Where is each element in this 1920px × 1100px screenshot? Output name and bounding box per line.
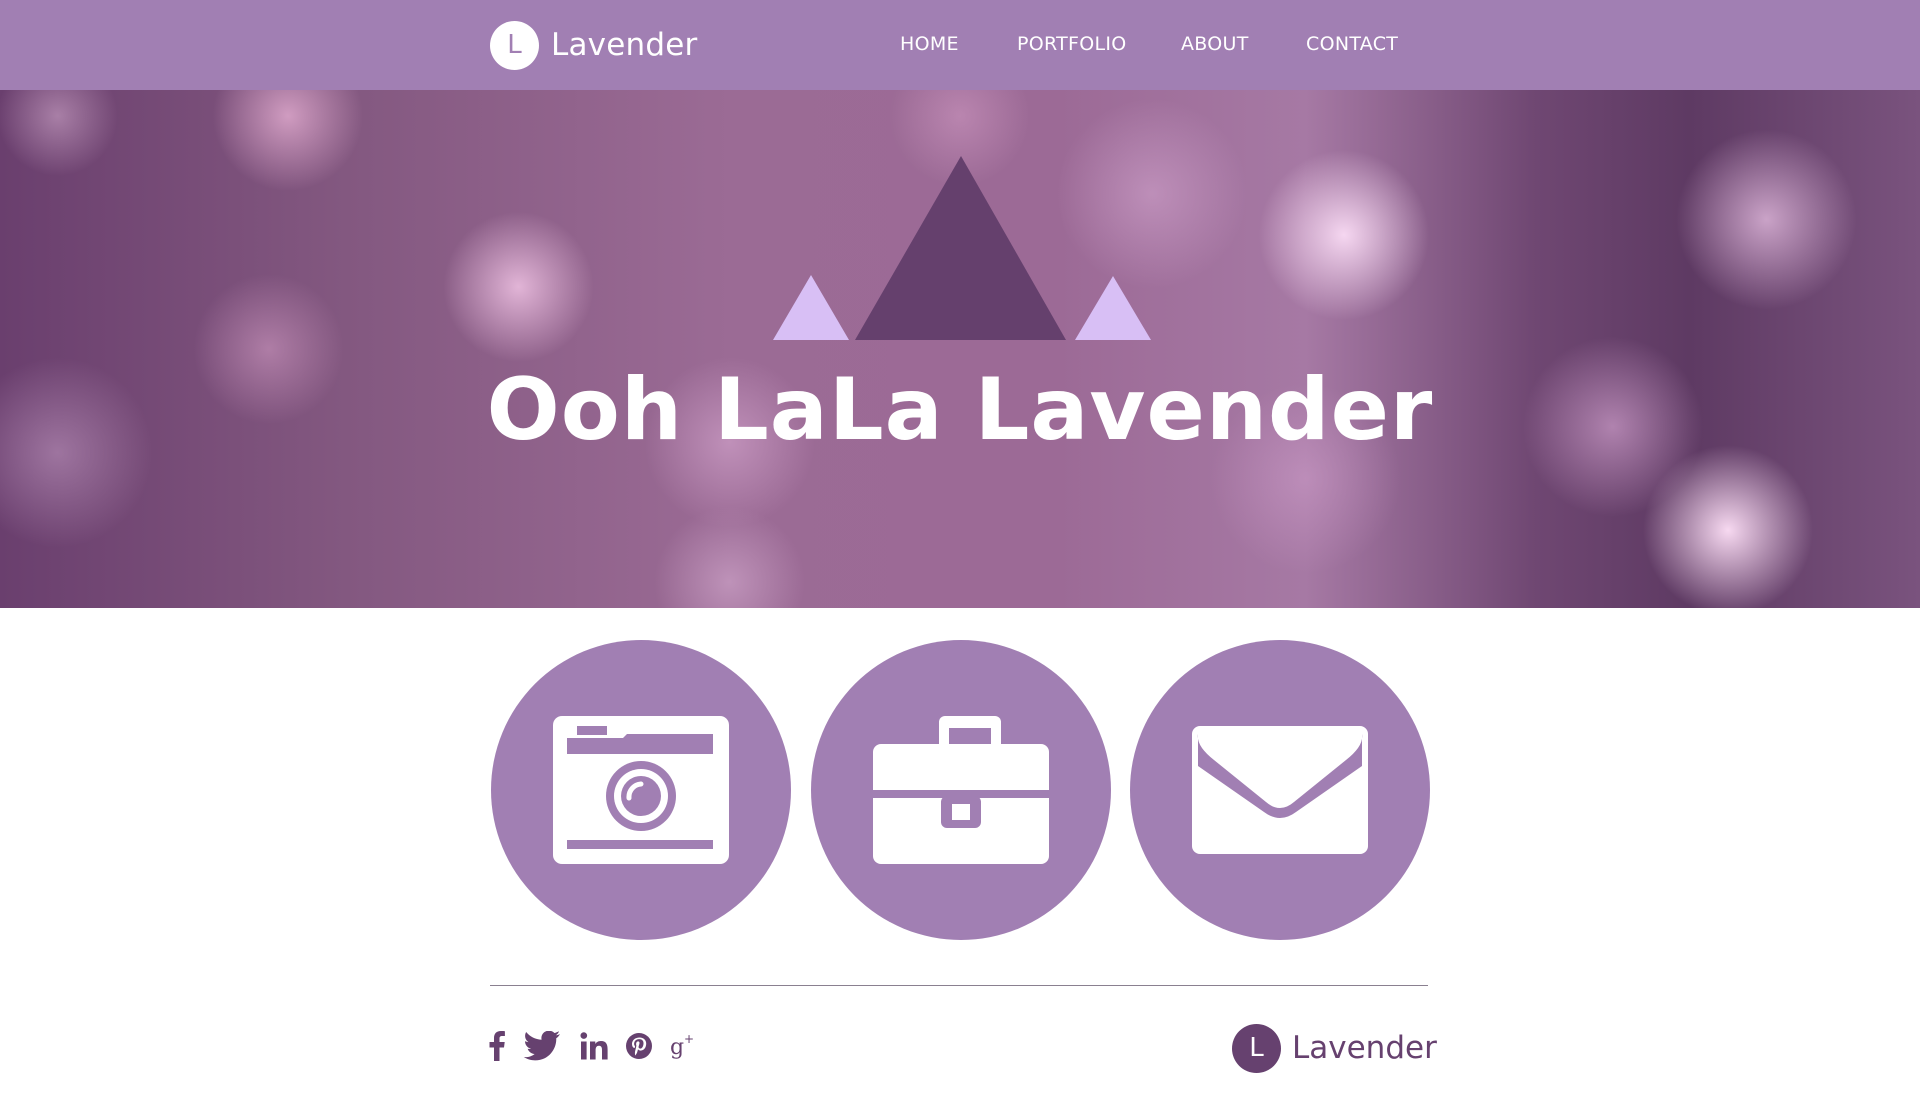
pinterest-link[interactable] <box>624 1027 654 1065</box>
envelope-icon <box>1192 726 1368 854</box>
feature-portfolio[interactable] <box>811 640 1111 940</box>
svg-text:+: + <box>684 1032 694 1046</box>
nav-portfolio[interactable]: PORTFOLIO <box>1017 33 1127 55</box>
nav-home[interactable]: HOME <box>900 33 959 55</box>
hero-banner: Ooh LaLa Lavender <box>0 90 1920 608</box>
twitter-link[interactable] <box>522 1027 564 1065</box>
footer-brand-link[interactable]: L Lavender <box>1232 1023 1437 1073</box>
mountains-logo-icon <box>773 156 1151 340</box>
svg-text:g: g <box>670 1035 684 1060</box>
google-plus-icon: g + <box>670 1032 694 1060</box>
linkedin-link[interactable] <box>579 1027 609 1065</box>
nav-about[interactable]: ABOUT <box>1181 33 1249 55</box>
facebook-icon <box>489 1031 505 1061</box>
feature-contact[interactable] <box>1130 640 1430 940</box>
twitter-icon <box>523 1031 560 1061</box>
facebook-link[interactable] <box>486 1027 508 1065</box>
nav-contact[interactable]: CONTACT <box>1306 33 1398 55</box>
hero-title: Ooh LaLa Lavender <box>486 360 1434 460</box>
linkedin-icon <box>580 1032 608 1060</box>
briefcase-icon <box>873 716 1049 864</box>
camera-icon <box>553 716 729 864</box>
footer-brand-badge: L <box>1232 1023 1281 1073</box>
feature-photography[interactable] <box>491 640 791 940</box>
pinterest-icon <box>626 1033 652 1059</box>
google-plus-link[interactable]: g + <box>668 1027 698 1065</box>
main-nav: HOME PORTFOLIO ABOUT CONTACT <box>0 33 1920 59</box>
site-header: L Lavender HOME PORTFOLIO ABOUT CONTACT <box>0 0 1920 90</box>
footer-divider <box>490 985 1428 986</box>
footer-brand-name: Lavender <box>1292 1030 1437 1066</box>
